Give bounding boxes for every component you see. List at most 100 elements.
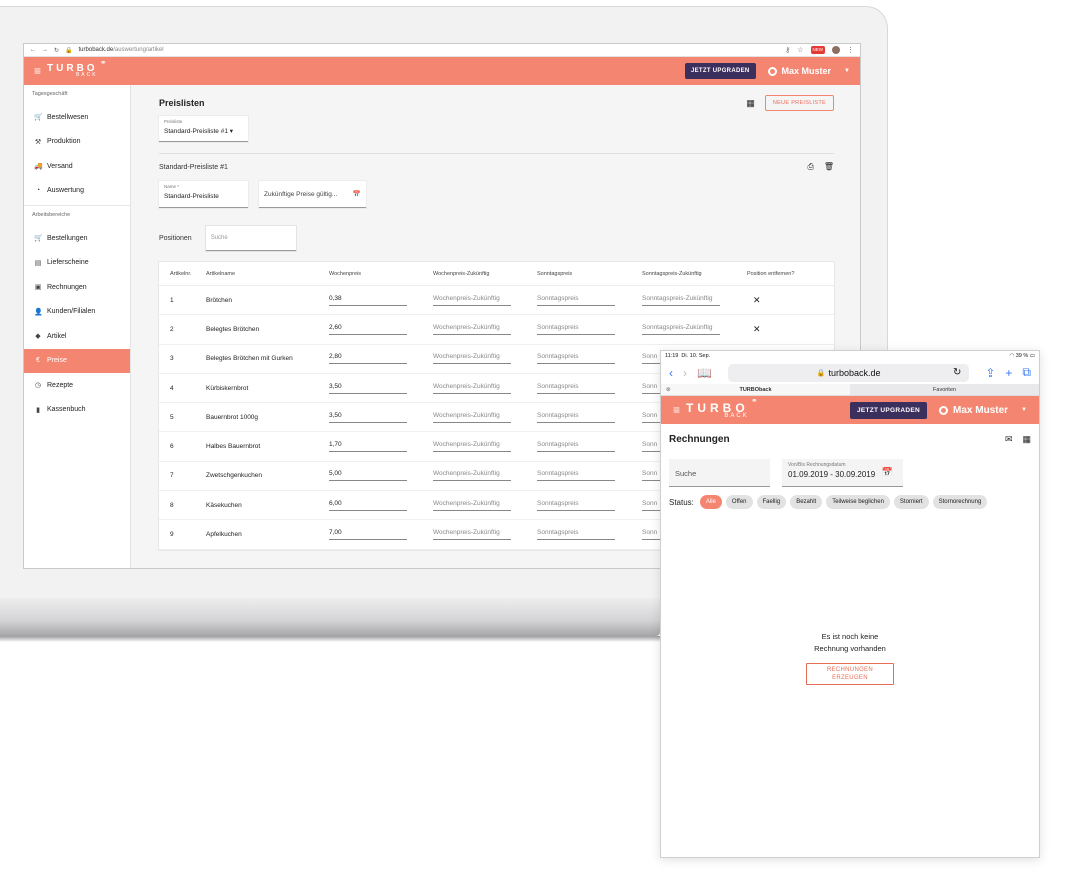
logo[interactable]: TURBO BACK ⚭ — [686, 396, 758, 419]
sidebar-item-bestellungen[interactable]: 🛒 Bestellungen — [24, 226, 130, 251]
sidebar-item-kassenbuch[interactable]: ▮ Kassenbuch — [24, 398, 130, 423]
name-field[interactable]: Name * Standard-Preisliste — [159, 181, 248, 208]
weekly-future-price-input[interactable]: Wochenpreis-Zukünftig — [433, 470, 511, 482]
article-name: Belegtes Brötchen mit Gurken — [206, 355, 293, 363]
profile-avatar[interactable] — [832, 46, 840, 54]
hamburger-icon[interactable]: ≡ — [673, 403, 680, 417]
safari-address-bar[interactable]: 🔒 turboback.de ↻ — [727, 363, 970, 382]
sunday-future-price-input[interactable]: Sonntagspreis-Zukünftig — [642, 324, 720, 335]
sidebar-item-versand[interactable]: 🚚 Versand — [24, 154, 130, 179]
weekly-price-input[interactable]: 0,38 — [329, 295, 407, 306]
pricelist-select[interactable]: Preisliste Standard-Preisliste #1 ▾ — [159, 116, 248, 142]
back-arrow-icon[interactable]: ← — [30, 47, 36, 53]
new-badge[interactable]: NEW — [810, 46, 825, 54]
weekly-future-price-input[interactable]: Wochenpreis-Zukünftig — [433, 383, 511, 394]
article-name: Käsekuchen — [206, 501, 242, 509]
sunday-price-input[interactable]: Sonntagspreis — [537, 353, 615, 365]
sunday-price-input[interactable]: Sonntagspreis — [537, 412, 615, 423]
print-icon[interactable]: ⎙ — [807, 162, 813, 172]
status-chip-bezahlt[interactable]: Bezahlt — [790, 495, 823, 509]
table-view-icon[interactable]: ▦ — [1022, 434, 1031, 445]
weekly-price-input[interactable]: 3,50 — [329, 412, 407, 423]
forward-icon[interactable]: › — [683, 366, 687, 380]
tablet-url: turboback.de — [828, 367, 881, 378]
sidebar-item-preise[interactable]: € Preise — [24, 348, 130, 373]
chevron-down-icon: ▼ — [1021, 407, 1027, 413]
sunday-price-input[interactable]: Sonntagspreis — [537, 324, 615, 335]
sunday-price-input[interactable]: Sonntagspreis — [537, 441, 615, 453]
sidebar-item-bestellwesen[interactable]: 🛒 Bestellwesen — [24, 105, 130, 130]
generate-invoices-button[interactable]: RECHNUNGEN ERZEUGEN — [805, 663, 894, 685]
logo[interactable]: TURBO BACK ⚭ — [47, 59, 107, 78]
invoice-search-input[interactable]: Suche — [669, 459, 770, 487]
sidebar-item-rezepte[interactable]: ◷ Rezepte — [24, 373, 130, 398]
remove-position-icon[interactable]: ✕ — [747, 295, 845, 306]
menu-dots-icon[interactable]: ⋮ — [847, 46, 854, 54]
sunday-price-input[interactable]: Sonntagspreis — [537, 470, 615, 482]
sunday-price-input[interactable]: Sonntagspreis — [537, 295, 615, 306]
sunday-price-input[interactable]: Sonntagspreis — [537, 500, 615, 511]
address-bar[interactable]: turboback.de/auswertung/artikel — [79, 47, 780, 53]
new-pricelist-button[interactable]: NEUE PREISLISTE — [764, 95, 834, 111]
weekly-future-price-input[interactable]: Wochenpreis-Zukünftig — [433, 500, 511, 511]
status-chip-faellig[interactable]: Faellig — [756, 495, 787, 509]
article-name: Halbes Bauernbrot — [206, 443, 261, 451]
status-chip-storniert[interactable]: Storniert — [893, 495, 929, 509]
wifi-icon: ◠ — [1009, 353, 1015, 359]
status-chip-offen[interactable]: Offen — [725, 495, 753, 509]
tab-turboback[interactable]: ⊗ TURBOback — [661, 384, 850, 395]
mail-icon[interactable]: ✉ — [1005, 434, 1013, 445]
calendar-icon[interactable]: 📅 — [353, 190, 361, 198]
weekly-future-price-input[interactable]: Wochenpreis-Zukünftig — [433, 324, 511, 335]
tab-favoriten[interactable]: Favoriten — [850, 384, 1039, 395]
weekly-price-input[interactable]: 3,50 — [329, 383, 407, 394]
back-icon[interactable]: ‹ — [669, 366, 673, 380]
upgrade-button[interactable]: JETZT UPGRADEN — [849, 401, 928, 419]
close-icon[interactable]: ⊗ — [666, 387, 671, 393]
weekly-future-price-input[interactable]: Wochenpreis-Zukünftig — [433, 295, 511, 306]
sidebar-item-auswertung[interactable]: ◔ Auswertung — [24, 179, 130, 204]
weekly-price-input[interactable]: 1,70 — [329, 441, 407, 453]
weekly-price-input[interactable]: 2,60 — [329, 324, 407, 335]
calendar-icon[interactable]: 📅 — [882, 467, 893, 478]
sidebar-item-produktion[interactable]: ⚒ Produktion — [24, 130, 130, 155]
sunday-price-input[interactable]: Sonntagspreis — [537, 529, 615, 541]
status-chip-stornorechnung[interactable]: Stornorechnung — [932, 495, 988, 509]
tabs-icon[interactable]: ⧉ — [1022, 365, 1031, 380]
weekly-future-price-input[interactable]: Wochenpreis-Zukünftig — [433, 412, 511, 423]
trash-icon[interactable]: 🗑 — [824, 162, 834, 172]
reload-icon[interactable]: ↻ — [953, 367, 961, 378]
remove-position-icon[interactable]: ✕ — [747, 324, 845, 335]
star-icon[interactable]: ☆ — [797, 46, 803, 54]
future-prices-date-field[interactable]: Zukünftige Preise gültig... 📅 — [259, 181, 366, 208]
forward-arrow-icon[interactable]: → — [42, 47, 48, 53]
bookmarks-icon[interactable]: 📖 — [697, 366, 712, 380]
user-menu[interactable]: Max Muster ▼ — [939, 405, 1027, 416]
positions-search-input[interactable]: Suche — [205, 226, 296, 251]
weekly-future-price-input[interactable]: Wochenpreis-Zukünftig — [433, 441, 511, 453]
key-icon[interactable]: ⚷ — [785, 46, 790, 54]
table-view-icon[interactable]: ▦ — [746, 98, 755, 109]
sidebar-item-lieferscheine[interactable]: ▤ Lieferscheine — [24, 251, 130, 276]
upgrade-button[interactable]: JETZT UPGRADEN — [684, 63, 756, 79]
status-chip-alle[interactable]: Alle — [699, 495, 722, 509]
share-icon[interactable]: ⇪ — [985, 366, 995, 380]
reload-icon[interactable]: ↻ — [54, 47, 59, 54]
sunday-future-price-input[interactable]: Sonntagspreis-Zukünftig — [642, 295, 720, 306]
weekly-price-input[interactable]: 6,00 — [329, 500, 407, 511]
weekly-future-price-input[interactable]: Wochenpreis-Zukünftig — [433, 353, 511, 365]
hamburger-icon[interactable]: ≡ — [34, 64, 41, 78]
user-menu[interactable]: Max Muster ▼ — [767, 66, 850, 76]
weekly-price-input[interactable]: 7,00 — [329, 529, 407, 541]
status-chip-teilweise-beglichen[interactable]: Teilweise beglichen — [826, 495, 890, 509]
weekly-price-input[interactable]: 5,00 — [329, 470, 407, 482]
invoice-date-range-field[interactable]: Von/Bis Rechnungsdatum 01.09.2019 - 30.0… — [782, 459, 903, 487]
sidebar-item-artikel[interactable]: ◆ Artikel — [24, 324, 130, 349]
article-number: 6 — [170, 443, 174, 451]
sunday-price-input[interactable]: Sonntagspreis — [537, 383, 615, 394]
weekly-price-input[interactable]: 2,80 — [329, 353, 407, 365]
weekly-future-price-input[interactable]: Wochenpreis-Zukünftig — [433, 529, 511, 541]
plus-icon[interactable]: + — [1005, 366, 1012, 380]
sidebar-item-rechnungen[interactable]: ▣ Rechnungen — [24, 275, 130, 300]
sidebar-item-kunden-filialen[interactable]: 👤 Kunden/Filialen — [24, 300, 130, 325]
